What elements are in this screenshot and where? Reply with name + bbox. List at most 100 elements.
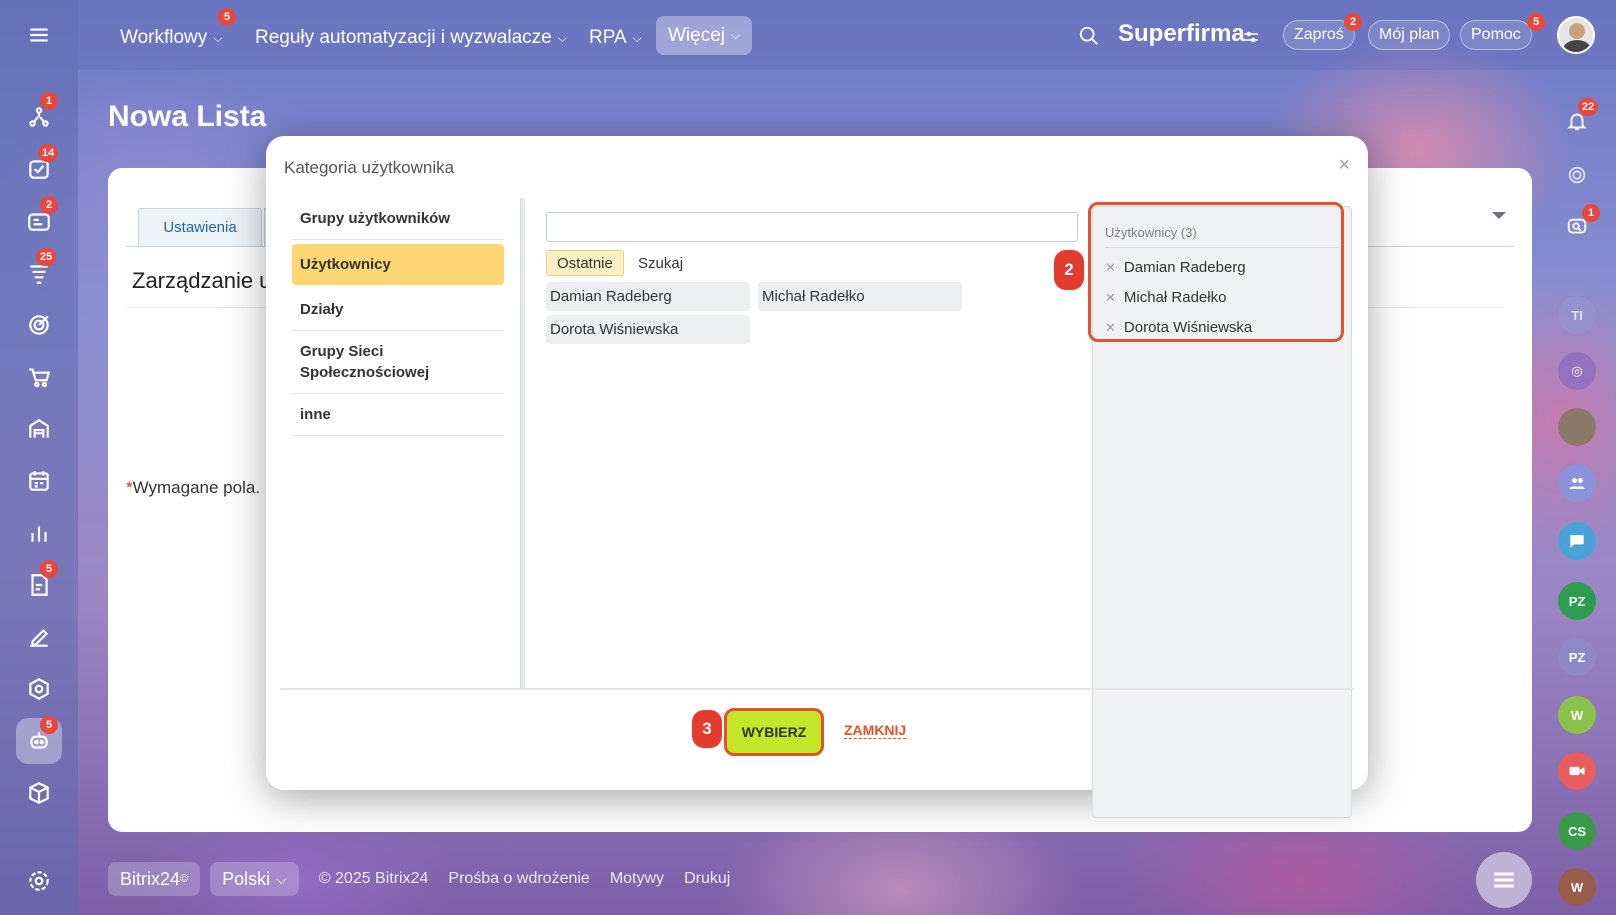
section-title: Zarządzanie u <box>132 268 272 293</box>
avatar[interactable]: TI <box>1558 296 1596 334</box>
required-star: * <box>126 478 133 497</box>
avatar[interactable]: PZ <box>1558 638 1596 676</box>
nav-label: Workflowy <box>120 27 208 48</box>
required-fields-note: *Wymagane pola. <box>126 478 260 498</box>
notification-badge: 25 <box>36 248 57 266</box>
chat-search-icon[interactable]: 1 <box>1558 204 1600 246</box>
chevron-down-icon: ⌵ <box>632 30 642 45</box>
chevron-down-icon[interactable] <box>1492 212 1506 219</box>
cart-icon[interactable] <box>16 354 62 400</box>
calendar-icon[interactable] <box>16 458 62 504</box>
box-icon[interactable] <box>16 770 62 816</box>
sliders-icon[interactable] <box>1242 28 1260 51</box>
notification-badge: 14 <box>38 144 59 162</box>
crm-icon[interactable]: 2 <box>16 196 62 244</box>
language-label: Polski <box>222 868 271 889</box>
tab-settings[interactable]: Ustawienia <box>138 208 262 246</box>
nav-label: Reguły automatyzacji i wyzwalacze <box>255 27 552 48</box>
avatar[interactable]: W <box>1558 696 1596 734</box>
nav-rpa[interactable]: RPA ⌵ <box>577 20 654 56</box>
settings-gear-icon[interactable] <box>16 858 62 904</box>
nav-workflowy[interactable]: Workflowy ⌵ 5 <box>108 8 236 56</box>
workflow-icon[interactable]: 1 <box>16 92 62 140</box>
page-title: Nowa Lista <box>108 100 267 133</box>
analytics-icon[interactable] <box>16 510 62 556</box>
hexagon-icon[interactable] <box>16 666 62 712</box>
avatar[interactable]: CS <box>1558 812 1596 850</box>
avatar[interactable]: W <box>1558 868 1596 906</box>
avatar[interactable] <box>1558 408 1596 446</box>
footer-link[interactable]: Prośba o wdrożenie <box>448 870 589 888</box>
copyright: © 2025 Bitrix24 <box>318 870 429 887</box>
robot-icon[interactable]: 5 <box>16 716 62 764</box>
required-text: Wymagane pola. <box>132 478 261 497</box>
chevron-down-icon: ⌵ <box>731 28 741 42</box>
right-sidebar: 22 1 TI ◎ PZ PZ W CS W <box>1536 0 1616 915</box>
nav-automation-rules[interactable]: Reguły automatyzacji i wyzwalacze ⌵ <box>243 20 579 56</box>
warehouse-icon[interactable] <box>16 406 62 452</box>
funnel-icon[interactable]: 25 <box>16 248 62 296</box>
chat-list-icon[interactable] <box>1476 852 1532 908</box>
left-sidebar: 1 14 2 25 5 5 <box>0 0 78 915</box>
brand-label: Bitrix24 <box>120 868 181 889</box>
tab-recent[interactable]: Ostatnie <box>546 250 624 276</box>
avatar[interactable]: PZ <box>1558 582 1596 620</box>
notification-badge: 2 <box>1344 13 1362 31</box>
user-chip[interactable]: Dorota Wiśniewska <box>546 315 750 344</box>
category-other[interactable]: inne <box>292 394 504 436</box>
help-button[interactable]: Pomoc 5 <box>1460 13 1545 50</box>
notification-badge: 5 <box>40 716 58 734</box>
category-social-groups[interactable]: Grupy Sieci Społecznościowej <box>292 331 504 394</box>
chevron-down-icon: ⌵ <box>213 30 223 45</box>
search-input[interactable] <box>546 212 1078 242</box>
category-user-groups[interactable]: Grupy użytkowników <box>292 198 504 240</box>
category-users[interactable]: Użytkownicy <box>292 244 504 285</box>
footer-link[interactable]: Drukuj <box>684 870 730 888</box>
menu-icon[interactable] <box>16 12 62 58</box>
target-icon[interactable] <box>16 302 62 348</box>
user-chip[interactable]: Michał Radełko <box>758 282 962 311</box>
user-chip[interactable]: Damian Radeberg <box>546 282 750 311</box>
footer: Bitrix24 © Polski ⌵ © 2025 Bitrix24 Prośba… <box>108 862 730 896</box>
highlight-box <box>1088 202 1344 342</box>
chat-icon[interactable] <box>1558 522 1596 560</box>
close-icon[interactable]: × <box>1338 154 1350 177</box>
help-label: Pomoc <box>1471 26 1521 43</box>
nav-label: Więcej <box>668 24 726 46</box>
tab-search[interactable]: Szukaj <box>628 250 693 276</box>
notification-badge: 22 <box>1578 98 1599 116</box>
documents-icon[interactable]: 5 <box>16 560 62 608</box>
brand-button[interactable]: Bitrix24 © <box>108 862 201 896</box>
dialog-footer-divider <box>280 688 1354 690</box>
close-button[interactable]: ZAMKNIJ <box>844 722 907 739</box>
sign-icon[interactable] <box>16 614 62 660</box>
step-marker: 2 <box>1054 250 1084 290</box>
bell-icon[interactable]: 22 <box>1558 98 1599 140</box>
column-divider <box>520 198 525 688</box>
chart-circle-icon[interactable]: ◎ <box>1558 352 1596 390</box>
notification-badge: 2 <box>40 196 58 214</box>
tasks-icon[interactable]: 14 <box>16 144 62 192</box>
brand-mark: © <box>180 873 189 885</box>
category-list: Grupy użytkowników Użytkownicy Działy Gr… <box>292 198 504 436</box>
spiral-icon[interactable] <box>1558 156 1596 194</box>
step-marker: 3 <box>692 710 722 748</box>
notification-badge: 1 <box>1582 204 1600 222</box>
language-select[interactable]: Polski ⌵ <box>210 862 299 896</box>
company-name[interactable]: Superfirma <box>1118 20 1245 48</box>
footer-link[interactable]: Motywy <box>610 870 664 888</box>
search-icon[interactable] <box>1078 25 1100 52</box>
group-icon[interactable] <box>1558 464 1596 502</box>
choose-button[interactable]: WYBIERZ <box>724 708 824 756</box>
nav-label: RPA <box>589 27 627 48</box>
dialog-title: Kategoria użytkownika <box>284 158 455 177</box>
my-plan-button[interactable]: Mój plan <box>1368 20 1451 50</box>
invite-button[interactable]: Zaproś 2 <box>1283 13 1362 50</box>
notification-badge: 5 <box>40 560 58 578</box>
invite-label: Zaproś <box>1294 26 1344 43</box>
video-icon[interactable] <box>1558 752 1596 790</box>
nav-more[interactable]: Więcej ⌵ <box>656 16 753 55</box>
notification-badge: 5 <box>218 8 236 26</box>
notification-badge: 1 <box>40 92 58 110</box>
category-departments[interactable]: Działy <box>292 289 504 331</box>
